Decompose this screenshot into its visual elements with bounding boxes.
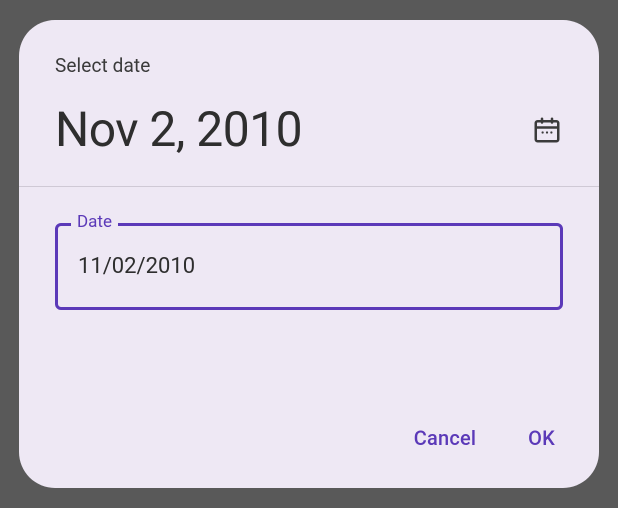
spacer — [19, 310, 599, 418]
date-input-label: Date — [71, 212, 118, 232]
calendar-icon — [532, 115, 562, 145]
cancel-button[interactable]: Cancel — [410, 418, 480, 458]
calendar-toggle-button[interactable] — [531, 114, 563, 146]
dialog-actions: Cancel OK — [19, 418, 599, 488]
selected-date-display: Nov 2, 2010 — [55, 101, 302, 158]
input-area: Date — [19, 187, 599, 310]
date-text-field: Date — [55, 223, 563, 310]
dialog-header: Select date — [19, 20, 599, 101]
ok-button[interactable]: OK — [524, 418, 559, 458]
dialog-title: Select date — [55, 54, 563, 77]
date-input[interactable] — [55, 223, 563, 310]
selected-date-row: Nov 2, 2010 — [19, 101, 599, 186]
date-picker-dialog: Select date Nov 2, 2010 Date Cancel OK — [19, 20, 599, 488]
